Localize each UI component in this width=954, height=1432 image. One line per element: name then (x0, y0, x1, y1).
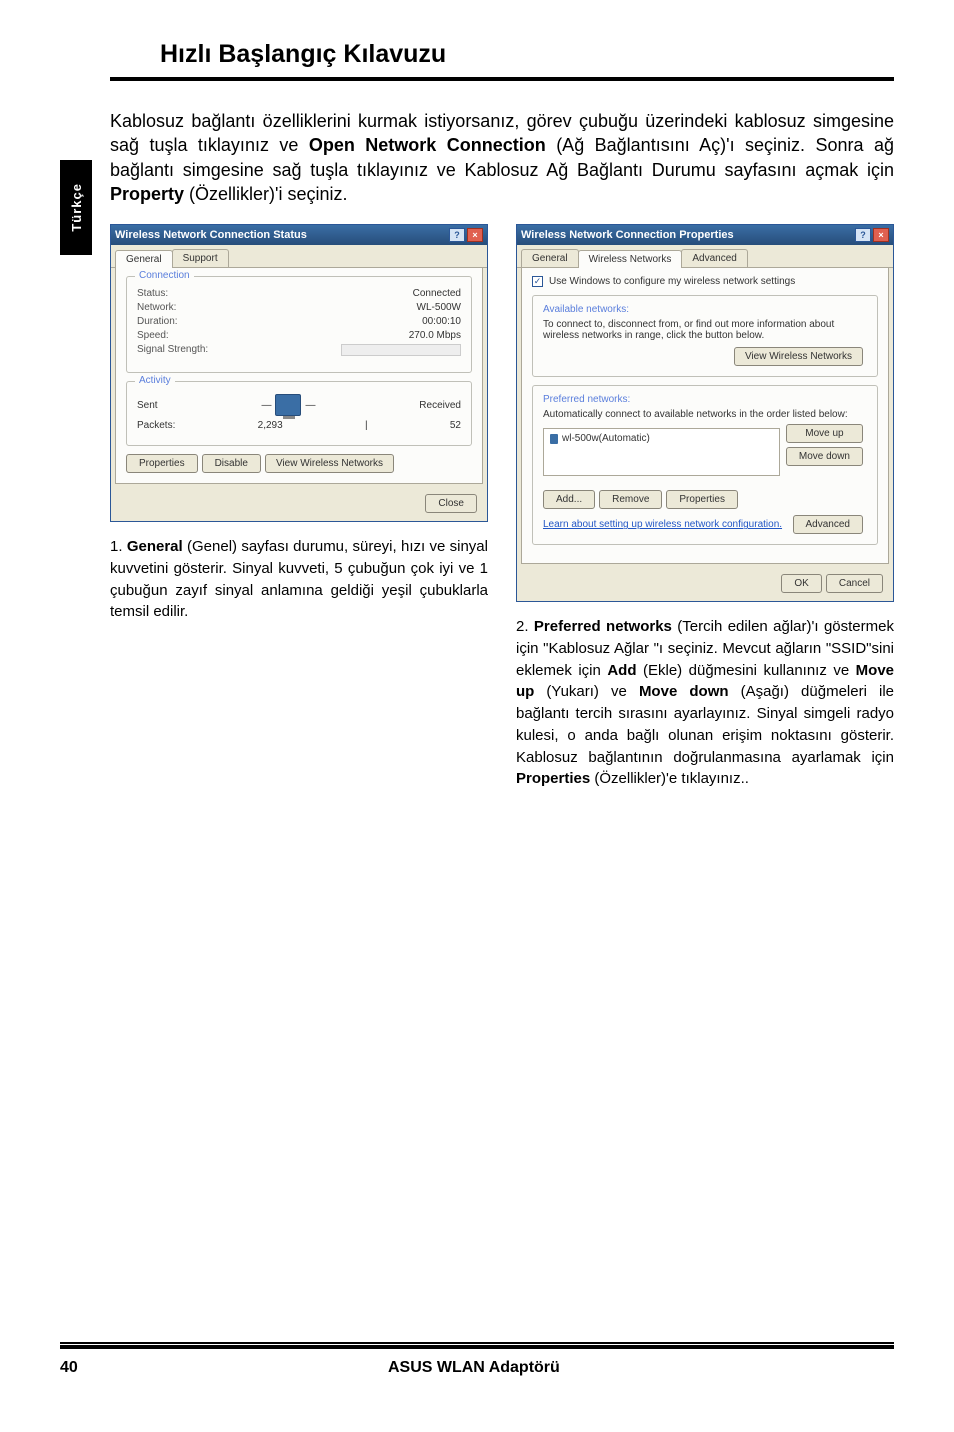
help-icon[interactable]: ? (449, 228, 465, 242)
tab-general-2[interactable]: General (521, 249, 579, 267)
language-side-tab: Türkçe (60, 160, 92, 255)
intro-text-3: (Özellikler)'i seçiniz. (184, 184, 347, 204)
preferred-desc: Automatically connect to available netwo… (543, 409, 867, 420)
tab-general[interactable]: General (115, 250, 173, 268)
view-wireless-button-2[interactable]: View Wireless Networks (734, 347, 863, 366)
group-available: Available networks: To connect to, disco… (532, 295, 878, 377)
close-button[interactable]: Close (425, 494, 477, 513)
properties-button[interactable]: Properties (126, 454, 198, 473)
view-wireless-button[interactable]: View Wireless Networks (265, 454, 394, 473)
footer-divider-thin (60, 1342, 894, 1344)
footer-divider-thick (60, 1345, 894, 1349)
cap1-num: 1. (110, 538, 127, 555)
help-icon[interactable]: ? (855, 228, 871, 242)
add-button[interactable]: Add... (543, 490, 595, 509)
tabs-status: General Support (111, 245, 487, 268)
move-up-button[interactable]: Move up (786, 424, 863, 443)
cap2-p5: (Özellikler)'e tıklayınız.. (590, 770, 749, 787)
close-icon[interactable]: × (873, 228, 889, 242)
header-divider (110, 77, 894, 81)
list-item[interactable]: wl-500w(Automatic) (550, 433, 773, 444)
cap2-b4: Move down (639, 683, 729, 700)
tower-icon (550, 434, 558, 444)
move-down-button[interactable]: Move down (786, 447, 863, 466)
tab-support[interactable]: Support (172, 249, 229, 267)
cap1-b1: General (127, 538, 183, 555)
intro-bold-1: Open Network Connection (309, 135, 546, 155)
ok-button[interactable]: OK (781, 574, 821, 593)
footer-title: ASUS WLAN Adaptörü (78, 1359, 870, 1377)
tabs-props: General Wireless Networks Advanced (517, 245, 893, 268)
tab-advanced[interactable]: Advanced (681, 249, 747, 267)
duration-key: Duration: (137, 316, 178, 327)
cap2-b1: Preferred networks (534, 618, 672, 635)
status-key: Status: (137, 288, 168, 299)
cap2-b2: Add (607, 662, 636, 679)
packets-key: Packets: (137, 420, 175, 431)
advanced-button[interactable]: Advanced (793, 515, 863, 534)
use-windows-checkbox[interactable]: ✓ (532, 276, 543, 287)
available-title: Available networks: (543, 304, 867, 315)
caption-1: 1. General (Genel) sayfası durumu, sürey… (110, 536, 488, 623)
signal-key: Signal Strength: (137, 344, 208, 359)
cancel-button[interactable]: Cancel (826, 574, 883, 593)
list-item-label: wl-500w(Automatic) (562, 433, 650, 444)
sent-label: Sent (137, 400, 158, 411)
group-activity: Activity Sent — — Received Packets: 2,29… (126, 381, 472, 446)
group-connection: Connection Status:Connected Network:WL-5… (126, 276, 472, 373)
preferred-list[interactable]: wl-500w(Automatic) (543, 428, 780, 476)
status-value: Connected (413, 288, 461, 299)
tab-wireless-networks[interactable]: Wireless Networks (578, 250, 683, 268)
intro-paragraph: Kablosuz bağlantı özelliklerini kurmak i… (110, 109, 894, 206)
packets-recv: 52 (450, 420, 461, 431)
page-footer: 40 ASUS WLAN Adaptörü (60, 1342, 894, 1377)
cap2-p3: (Yukarı) ve (534, 683, 639, 700)
preferred-title: Preferred networks: (543, 394, 867, 405)
speed-key: Speed: (137, 330, 169, 341)
caption-2: 2. Preferred networks (Tercih edilen ağl… (516, 616, 894, 790)
received-label: Received (419, 400, 461, 411)
titlebar-props: Wireless Network Connection Properties ?… (517, 225, 893, 245)
cap2-num: 2. (516, 618, 534, 635)
page-number: 40 (60, 1359, 78, 1377)
use-windows-label: Use Windows to configure my wireless net… (549, 276, 795, 287)
monitor-icon (275, 394, 301, 416)
signal-strength-bar (341, 344, 461, 356)
titlebar-status-text: Wireless Network Connection Status (115, 229, 307, 241)
dialog-connection-status: Wireless Network Connection Status ? × G… (110, 224, 488, 522)
network-key: Network: (137, 302, 176, 313)
group-preferred: Preferred networks: Automatically connec… (532, 385, 878, 545)
properties-button-2[interactable]: Properties (666, 490, 738, 509)
page-title: Hızlı Başlangıç Kılavuzu (160, 40, 894, 69)
available-desc: To connect to, disconnect from, or find … (543, 319, 867, 341)
titlebar-props-text: Wireless Network Connection Properties (521, 229, 734, 241)
disable-button[interactable]: Disable (202, 454, 261, 473)
speed-value: 270.0 Mbps (409, 330, 461, 341)
packets-sent: 2,293 (258, 420, 283, 431)
group-activity-title: Activity (135, 375, 175, 386)
titlebar-status: Wireless Network Connection Status ? × (111, 225, 487, 245)
close-icon[interactable]: × (467, 228, 483, 242)
cap2-p2: (Ekle) düğmesini kullanınız ve (637, 662, 856, 679)
group-connection-title: Connection (135, 270, 194, 281)
dialog-connection-properties: Wireless Network Connection Properties ?… (516, 224, 894, 602)
duration-value: 00:00:10 (422, 316, 461, 327)
learn-link[interactable]: Learn about setting up wireless network … (543, 519, 782, 530)
network-value: WL-500W (417, 302, 461, 313)
intro-bold-2: Property (110, 184, 184, 204)
remove-button[interactable]: Remove (599, 490, 662, 509)
cap2-b5: Properties (516, 770, 590, 787)
language-label: Türkçe (69, 183, 84, 232)
